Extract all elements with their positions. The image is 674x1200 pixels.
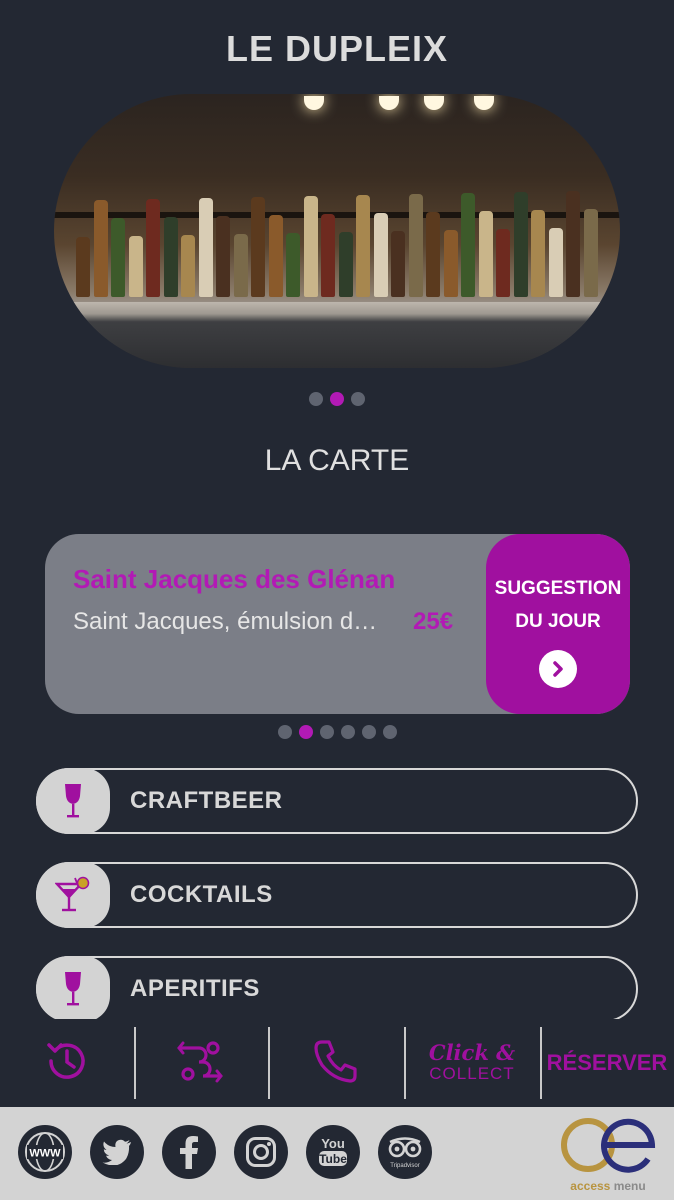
- bottle-decoration: [566, 190, 580, 297]
- bottle-decoration: [426, 211, 440, 297]
- bottle-decoration: [198, 197, 213, 297]
- facebook-icon[interactable]: [162, 1125, 216, 1179]
- history-icon: [43, 1037, 91, 1090]
- bottle-decoration: [233, 233, 248, 297]
- wine-glass-icon: [36, 768, 110, 834]
- bottle-decoration: [251, 196, 265, 297]
- route-icon: [177, 1037, 225, 1090]
- tripadvisor-icon[interactable]: Tripadvisor: [378, 1125, 432, 1179]
- carousel-dot-active[interactable]: [298, 725, 313, 739]
- directions-button[interactable]: [134, 1019, 268, 1107]
- bottle-decoration: [146, 198, 160, 297]
- youtube-label-top: You: [321, 1136, 345, 1151]
- bottle-decoration: [268, 214, 283, 297]
- bottle-decoration: [338, 231, 353, 297]
- bottle-decoration: [93, 199, 108, 297]
- hero-dot-active[interactable]: [330, 392, 344, 406]
- reserve-label: RÉSERVER: [546, 1050, 668, 1075]
- wine-glass-icon: [36, 956, 110, 1022]
- twitter-icon[interactable]: [90, 1125, 144, 1179]
- bottle-decoration: [111, 217, 125, 297]
- carousel-dot[interactable]: [319, 725, 334, 739]
- bottle-decoration: [513, 191, 528, 297]
- bottle-decoration: [548, 227, 563, 297]
- access-menu-logo[interactable]: access menu: [556, 1115, 660, 1195]
- featured-dish-card[interactable]: Saint Jacques des Glénan Saint Jacques, …: [45, 534, 630, 714]
- bar-counter: [54, 302, 620, 368]
- category-craftbeer[interactable]: CRAFTBEER: [36, 768, 638, 834]
- www-label: WWW: [29, 1148, 61, 1160]
- ceiling-light: [424, 96, 444, 110]
- click-collect-button[interactable]: Click & COLLECT: [404, 1019, 540, 1107]
- phone-icon: [312, 1037, 360, 1090]
- category-cocktails[interactable]: COCKTAILS: [36, 862, 638, 928]
- bottle-decoration: [216, 215, 230, 297]
- bottle-decoration: [461, 192, 475, 297]
- bottle-decoration: [583, 208, 598, 297]
- bottle-decoration: [303, 195, 318, 297]
- reserve-button[interactable]: RÉSERVER: [540, 1019, 674, 1107]
- bottle-decoration: [356, 194, 370, 297]
- bottle-decoration: [128, 235, 143, 297]
- www-icon[interactable]: WWW: [18, 1125, 72, 1179]
- history-button[interactable]: [0, 1019, 134, 1107]
- carousel-dot[interactable]: [277, 725, 292, 739]
- ceiling-light: [474, 96, 494, 110]
- bottle-decoration: [321, 213, 335, 297]
- action-bar: Click & COLLECT RÉSERVER: [0, 1019, 674, 1107]
- suggestion-badge[interactable]: SUGGESTION DU JOUR: [486, 534, 630, 714]
- bottle-decoration: [181, 234, 195, 297]
- carousel-dot[interactable]: [382, 725, 397, 739]
- brand-word-2: menu: [613, 1179, 646, 1193]
- tripadvisor-label: Tripadvisor: [390, 1163, 419, 1169]
- youtube-icon[interactable]: You Tube: [306, 1125, 360, 1179]
- suggestion-label-2: DU JOUR: [515, 611, 601, 632]
- instagram-icon[interactable]: [234, 1125, 288, 1179]
- bottle-decoration: [373, 212, 388, 297]
- category-label: CRAFTBEER: [130, 787, 283, 814]
- dish-description: Saint Jacques, émulsion d…: [73, 608, 378, 635]
- page-title: LE DUPLEIX: [225, 28, 449, 69]
- ceiling-light: [304, 96, 324, 110]
- bottle-decoration: [391, 230, 405, 297]
- brand-word-1: access: [570, 1179, 611, 1193]
- click-collect-top: Click &: [428, 1040, 516, 1065]
- hero-dot[interactable]: [309, 392, 323, 406]
- dish-name: Saint Jacques des Glénan: [73, 564, 396, 594]
- carousel-dot[interactable]: [340, 725, 355, 739]
- chevron-right-icon[interactable]: [539, 650, 577, 688]
- bottle-decoration: [443, 229, 458, 297]
- call-button[interactable]: [268, 1019, 404, 1107]
- suggestion-label-1: SUGGESTION: [494, 578, 622, 599]
- featured-pagination: [0, 725, 674, 739]
- footer: WWW You Tube Tripadvisor access menu: [0, 1107, 674, 1200]
- bottle-decoration: [408, 193, 423, 297]
- section-title: LA CARTE: [264, 444, 410, 477]
- cocktail-icon: [36, 862, 110, 928]
- category-label: COCKTAILS: [130, 881, 273, 908]
- youtube-label-bottom: Tube: [319, 1152, 347, 1166]
- bottle-decoration: [286, 232, 300, 297]
- dish-price: 25€: [413, 608, 454, 635]
- bottle-decoration: [496, 228, 510, 297]
- bottle-decoration: [531, 209, 545, 297]
- hero-dot[interactable]: [351, 392, 365, 406]
- ceiling-light: [379, 96, 399, 110]
- carousel-dot[interactable]: [361, 725, 376, 739]
- category-aperitifs[interactable]: APERITIFS: [36, 956, 638, 1022]
- click-collect-bottom: COLLECT: [429, 1064, 515, 1083]
- bottle-decoration: [163, 216, 178, 297]
- hero-pagination: [0, 392, 674, 406]
- bottle-decoration: [478, 210, 493, 297]
- category-label: APERITIFS: [130, 975, 260, 1002]
- bottle-decoration: [76, 236, 90, 297]
- hero-image[interactable]: [54, 94, 620, 368]
